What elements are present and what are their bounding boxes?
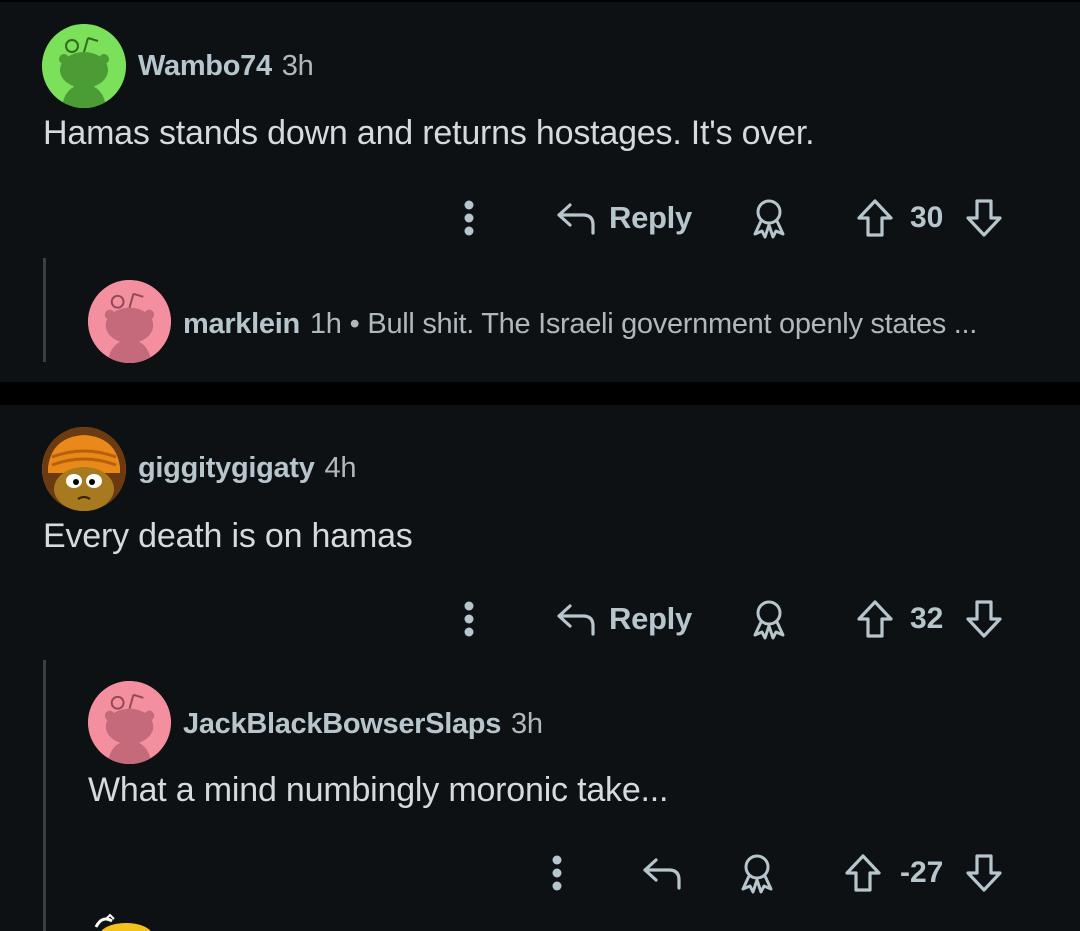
character-avatar-icon <box>42 427 126 511</box>
vote-score: 32 <box>910 602 944 635</box>
downvote-arrow-icon <box>966 854 1002 892</box>
vote-score: 30 <box>910 201 944 234</box>
more-vertical-icon <box>464 200 474 236</box>
award-icon <box>753 199 785 239</box>
reply-arrow-icon <box>557 604 595 636</box>
vote-score: -27 <box>900 856 944 889</box>
comment-body: What a mind numbingly moronic take... <box>88 771 669 809</box>
comment-action-bar: -27 <box>0 848 1080 898</box>
upvote-button[interactable] <box>843 848 883 898</box>
username[interactable]: Wambo74 <box>138 50 272 83</box>
comment-time: 4h <box>324 452 357 484</box>
more-vertical-icon <box>464 601 474 637</box>
downvote-button[interactable] <box>964 594 1004 644</box>
award-button[interactable] <box>737 848 777 898</box>
username[interactable]: giggitygigaty <box>138 452 315 485</box>
reply-arrow-icon <box>557 203 595 235</box>
upvote-button[interactable] <box>855 193 895 243</box>
reply-label: Reply <box>609 200 692 235</box>
comment-card: giggitygigaty 4h Every death is on hamas… <box>0 405 1080 931</box>
downvote-arrow-icon <box>966 600 1002 638</box>
user-avatar[interactable] <box>88 280 171 363</box>
reply-label: Reply <box>609 601 692 636</box>
comment-card: Wambo74 3h Hamas stands down and returns… <box>0 2 1080 382</box>
next-reply-avatar-partial[interactable] <box>88 913 158 931</box>
user-avatar[interactable] <box>42 24 126 108</box>
reply-button[interactable]: Reply <box>555 193 692 243</box>
user-avatar[interactable] <box>88 681 171 764</box>
downvote-button[interactable] <box>964 193 1004 243</box>
snoo-avatar-icon <box>88 681 171 764</box>
username[interactable]: JackBlackBowserSlaps <box>183 708 501 741</box>
snoo-avatar-icon <box>88 280 171 363</box>
reply-button[interactable] <box>641 848 683 898</box>
reply-button[interactable]: Reply <box>555 594 692 644</box>
award-button[interactable] <box>749 594 789 644</box>
more-vertical-icon <box>552 855 562 891</box>
comment-meta: Wambo74 3h <box>138 50 314 83</box>
comment-body: Every death is on hamas <box>43 517 413 555</box>
reply-arrow-icon <box>643 858 681 890</box>
comment-meta: JackBlackBowserSlaps 3h <box>183 708 543 741</box>
avatar-icon <box>94 913 151 931</box>
more-options-button[interactable] <box>544 848 570 898</box>
snoo-avatar-icon <box>42 24 126 108</box>
award-icon <box>753 600 785 640</box>
comment-action-bar: Reply 32 <box>0 594 1080 644</box>
more-options-button[interactable] <box>456 193 482 243</box>
comment-body: Hamas stands down and returns hostages. … <box>43 114 815 152</box>
upvote-button[interactable] <box>855 594 895 644</box>
comment-thread-page: Wambo74 3h Hamas stands down and returns… <box>0 0 1080 931</box>
upvote-arrow-icon <box>845 854 881 892</box>
more-options-button[interactable] <box>456 594 482 644</box>
award-icon <box>741 854 773 894</box>
comment-time: 1h <box>309 308 342 340</box>
downvote-button[interactable] <box>964 848 1004 898</box>
upvote-arrow-icon <box>857 600 893 638</box>
thread-line[interactable] <box>43 258 46 362</box>
comment-meta: giggitygigaty 4h <box>138 452 357 485</box>
user-avatar[interactable] <box>42 427 126 511</box>
username[interactable]: marklein <box>183 308 300 341</box>
downvote-arrow-icon <box>966 199 1002 237</box>
collapsed-reply[interactable]: marklein 1h • Bull shit. The Israeli gov… <box>183 308 977 341</box>
upvote-arrow-icon <box>857 199 893 237</box>
comment-time: 3h <box>281 50 314 82</box>
reply-preview: Bull shit. The Israeli government openly… <box>367 308 978 340</box>
award-button[interactable] <box>749 193 789 243</box>
meta-separator: • <box>349 308 360 340</box>
comment-time: 3h <box>511 708 543 740</box>
comment-action-bar: Reply 30 <box>0 193 1080 243</box>
